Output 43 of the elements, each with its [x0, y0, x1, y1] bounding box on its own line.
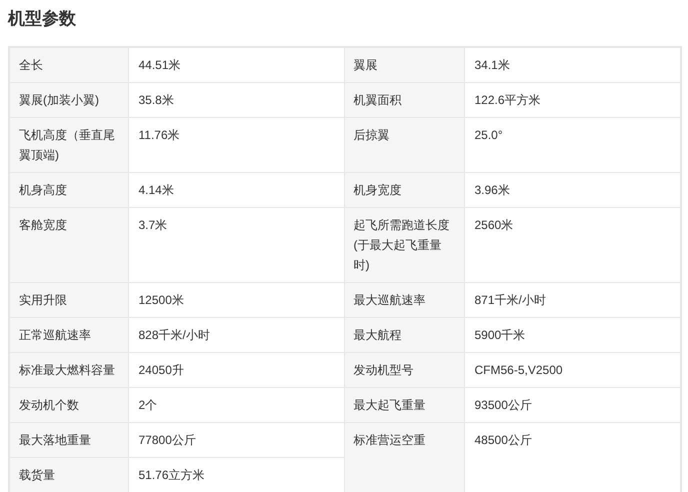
parameter-label: 起飞所需跑道长度(于最大起飞重量时) [344, 208, 464, 282]
parameter-value: 25.0° [464, 118, 681, 172]
parameter-label: 载货量 [9, 458, 128, 492]
parameter-label: 翼展 [344, 47, 464, 82]
parameter-label: 发动机个数 [9, 388, 128, 422]
parameter-label: 机身宽度 [344, 172, 464, 208]
parameter-label: 最大起飞重量 [344, 388, 464, 422]
parameter-value: 35.8米 [128, 82, 344, 118]
parameter-label: 标准营运空重 [344, 422, 464, 492]
parameter-label: 正常巡航速率 [9, 318, 128, 352]
parameter-label: 标准最大燃料容量 [9, 352, 128, 388]
parameter-value: 34.1米 [464, 47, 681, 82]
parameter-label: 翼展(加装小翼) [9, 82, 128, 118]
parameter-value: 4.14米 [128, 172, 344, 208]
parameter-label: 机身高度 [9, 172, 128, 208]
parameter-label: 飞机高度（垂直尾翼顶端) [9, 118, 128, 172]
parameter-value: 3.7米 [128, 208, 344, 282]
parameter-value: 44.51米 [128, 47, 344, 82]
parameter-value: 93500公斤 [464, 388, 681, 422]
parameter-label: 最大巡航速率 [344, 282, 464, 318]
parameter-value: 122.6平方米 [464, 82, 681, 118]
parameter-value: 3.96米 [464, 172, 681, 208]
parameter-value: 871千米/小时 [464, 282, 681, 318]
parameter-value: 828千米/小时 [128, 318, 344, 352]
parameter-label: 客舱宽度 [9, 208, 128, 282]
parameter-label: 实用升限 [9, 282, 128, 318]
parameter-value: 2560米 [464, 208, 681, 282]
parameter-value: CFM56-5,V2500 [464, 352, 681, 388]
parameter-label: 最大落地重量 [9, 422, 128, 458]
parameter-label: 机翼面积 [344, 82, 464, 118]
section-title: 机型参数 [8, 8, 77, 30]
parameter-label: 后掠翼 [344, 118, 464, 172]
parameter-label: 发动机型号 [344, 352, 464, 388]
parameter-value: 51.76立方米 [128, 458, 344, 492]
parameter-value: 12500米 [128, 282, 344, 318]
parameter-label: 最大航程 [344, 318, 464, 352]
parameter-value: 77800公斤 [128, 422, 344, 458]
parameter-label: 全长 [9, 47, 128, 82]
parameter-value: 5900千米 [464, 318, 681, 352]
parameter-value: 11.76米 [128, 118, 344, 172]
parameter-value: 48500公斤 [464, 422, 681, 492]
parameter-value: 24050升 [128, 352, 344, 388]
parameter-value: 2个 [128, 388, 344, 422]
